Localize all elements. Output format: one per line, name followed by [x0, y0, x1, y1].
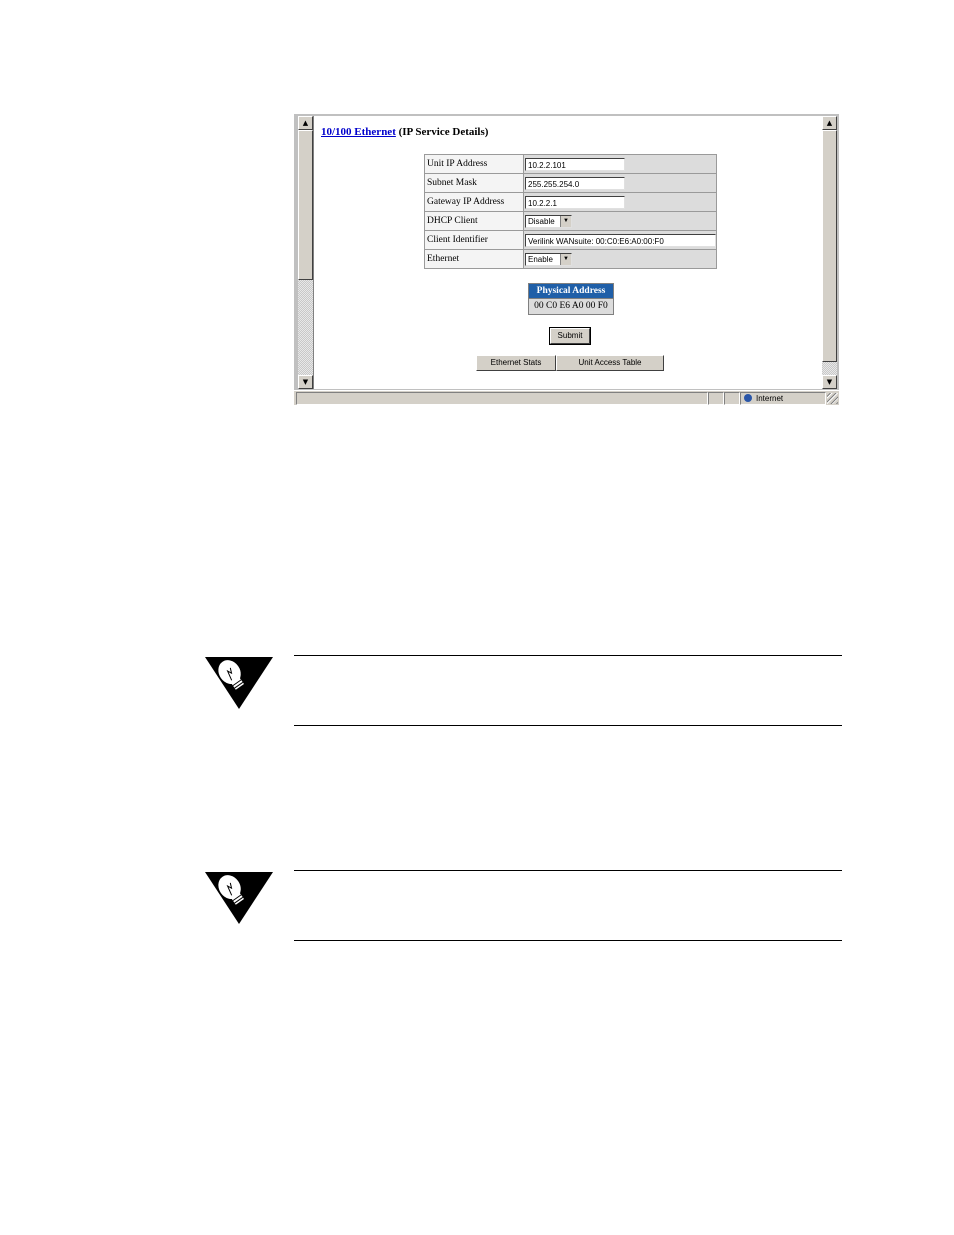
client-identifier-label: Client Identifier: [424, 230, 524, 250]
lightbulb-note-icon: [205, 657, 273, 709]
physical-address-value: 00 C0 E6 A0 00 F0: [529, 298, 613, 314]
gateway-ip-input[interactable]: 10.2.2.1: [525, 195, 625, 209]
table-row: Unit IP Address 10.2.2.101: [424, 154, 717, 174]
note-bottom-rule: [294, 725, 842, 726]
lightbulb-note-icon: [205, 872, 273, 924]
note-bottom-rule: [294, 940, 842, 941]
subnet-mask-label: Subnet Mask: [424, 173, 524, 193]
status-text-pane: [296, 392, 708, 405]
unit-ip-label: Unit IP Address: [424, 154, 524, 174]
unit-access-table-button[interactable]: Unit Access Table: [556, 355, 664, 371]
note-top-rule: [294, 870, 842, 871]
page-subtitle: (IP Service Details): [395, 126, 489, 138]
scroll-down-arrow-icon[interactable]: ▼: [298, 375, 313, 389]
ethernet-stats-button[interactable]: Ethernet Stats: [476, 355, 556, 371]
dhcp-client-value: Disable: [528, 216, 555, 226]
left-frame-scrollbar[interactable]: ▲ ▼: [298, 116, 313, 389]
scroll-up-arrow-icon[interactable]: ▲: [822, 116, 837, 130]
unit-ip-input[interactable]: 10.2.2.101: [525, 157, 625, 171]
page-content: 10/100 Ethernet (IP Service Details) Uni…: [313, 116, 822, 389]
ethernet-value: Enable: [528, 254, 553, 264]
dhcp-client-select[interactable]: Disable ▼: [525, 214, 572, 228]
zone-label: Internet: [756, 394, 784, 403]
page-scrollbar[interactable]: ▲ ▼: [822, 116, 837, 389]
physical-address-box: Physical Address 00 C0 E6 A0 00 F0: [528, 283, 614, 315]
status-bar: Internet: [294, 390, 839, 405]
client-identifier-input[interactable]: Verilink WANsuite: 00:C0:E6:A0:00:F0: [525, 233, 716, 247]
physical-address-header: Physical Address: [529, 284, 613, 298]
table-row: Subnet Mask 255.255.254.0: [424, 173, 717, 193]
submit-button[interactable]: Submit: [549, 327, 591, 345]
table-row: Ethernet Enable ▼: [424, 249, 717, 269]
note-top-rule: [294, 655, 842, 656]
ip-settings-table: Unit IP Address 10.2.2.101 Subnet Mask 2…: [424, 154, 717, 269]
globe-icon: [744, 394, 752, 402]
subnet-mask-input[interactable]: 255.255.254.0: [525, 176, 625, 190]
gateway-ip-label: Gateway IP Address: [424, 192, 524, 212]
scroll-down-arrow-icon[interactable]: ▼: [822, 375, 837, 389]
dropdown-arrow-icon[interactable]: ▼: [560, 215, 571, 227]
ethernet-select[interactable]: Enable ▼: [525, 252, 572, 266]
page-title: 10/100 Ethernet (IP Service Details): [321, 126, 488, 138]
scroll-up-arrow-icon[interactable]: ▲: [298, 116, 313, 130]
resize-grip-icon[interactable]: [827, 393, 838, 404]
status-pane: [724, 392, 740, 405]
status-pane: [708, 392, 724, 405]
security-zone: Internet: [740, 392, 826, 405]
scroll-thumb[interactable]: [822, 130, 837, 362]
ethernet-link[interactable]: 10/100 Ethernet: [321, 126, 396, 138]
dhcp-client-label: DHCP Client: [424, 211, 524, 231]
browser-window: ▲ ▼ 10/100 Ethernet (IP Service Details)…: [294, 114, 839, 405]
table-row: DHCP Client Disable ▼: [424, 211, 717, 231]
table-row: Client Identifier Verilink WANsuite: 00:…: [424, 230, 717, 250]
scroll-thumb[interactable]: [298, 130, 313, 280]
ethernet-label: Ethernet: [424, 249, 524, 269]
dropdown-arrow-icon[interactable]: ▼: [560, 253, 571, 265]
table-row: Gateway IP Address 10.2.2.1: [424, 192, 717, 212]
